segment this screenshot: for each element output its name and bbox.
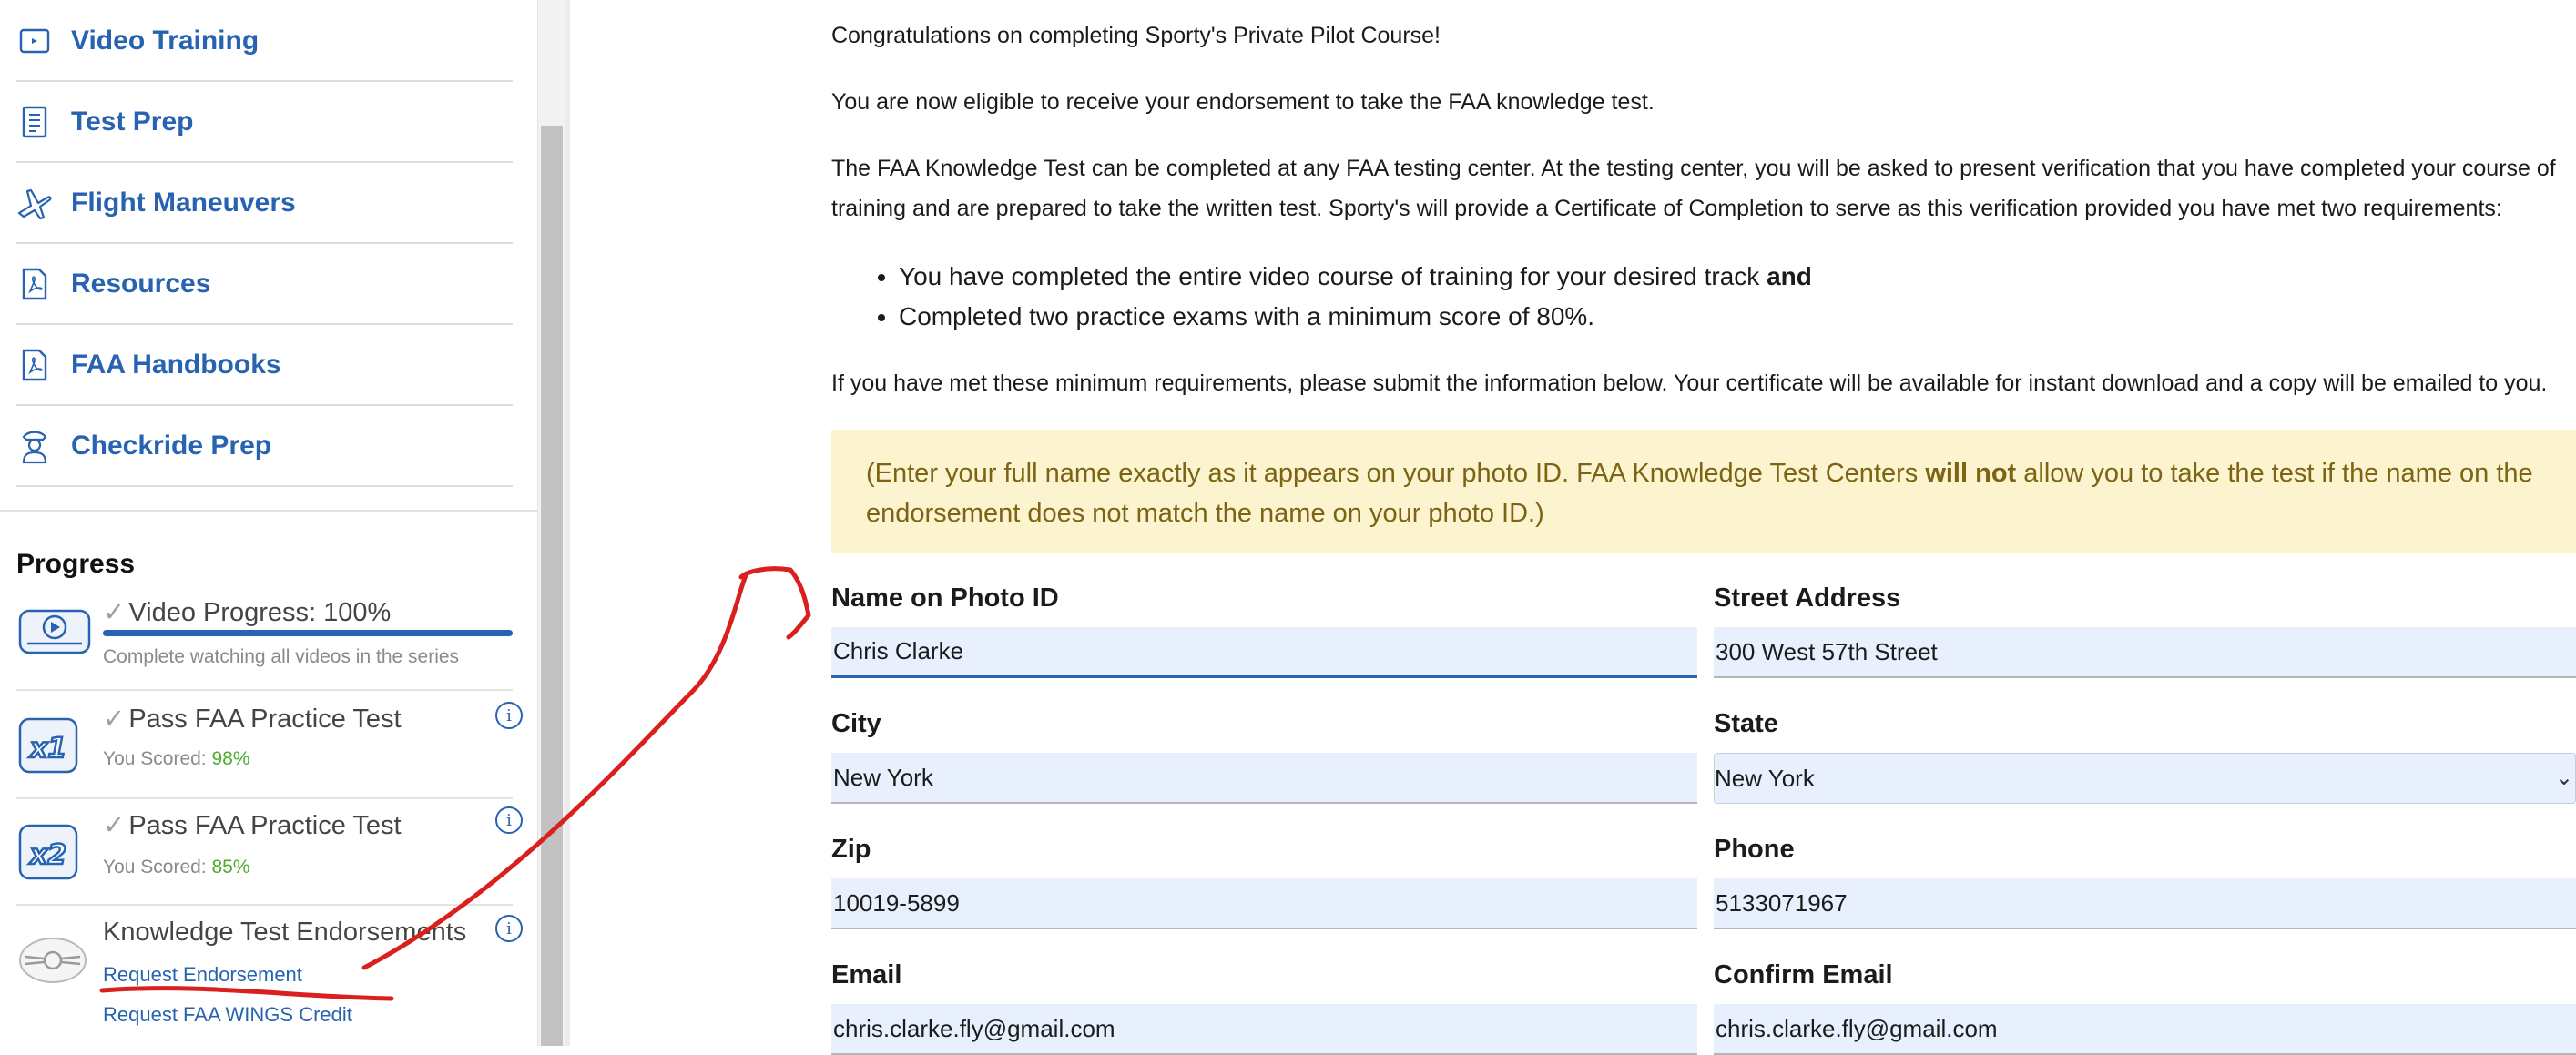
- pdf-icon: [16, 347, 53, 383]
- eligible-text: You are now eligible to receive your end…: [831, 89, 1655, 115]
- sidebar-item-resources[interactable]: Resources: [16, 245, 513, 325]
- city-label: City: [831, 709, 881, 738]
- sidebar-item-flight-maneuvers[interactable]: Flight Maneuvers: [16, 164, 513, 244]
- sidebar-item-test-prep[interactable]: Test Prep: [16, 83, 513, 163]
- practice-test-x1-badge-icon: x1: [16, 715, 93, 779]
- state-label: State: [1714, 709, 1778, 738]
- confirm-email-input[interactable]: [1714, 1004, 2576, 1055]
- name-warning-notice: (Enter your full name exactly as it appe…: [831, 430, 2576, 553]
- check-icon: ✓: [103, 598, 126, 627]
- wings-badge-icon: [16, 935, 93, 999]
- progress-title: Progress: [16, 549, 136, 579]
- sidebar-item-label: FAA Handbooks: [71, 350, 281, 380]
- sidebar-item-video-training[interactable]: Video Training: [16, 2, 513, 82]
- sidebar-item-label: Flight Maneuvers: [71, 188, 296, 218]
- phone-input[interactable]: [1714, 878, 2576, 929]
- sidebar-item-faa-handbooks[interactable]: FAA Handbooks: [16, 326, 513, 406]
- sidebar-item-label: Test Prep: [71, 107, 194, 137]
- pdf-icon: [16, 266, 53, 302]
- sidebar-item-label: Checkride Prep: [71, 431, 272, 461]
- confirm-email-label: Confirm Email: [1714, 960, 1893, 989]
- main-content: Congratulations on completing Sporty's P…: [831, 0, 2576, 1055]
- check-icon: ✓: [103, 811, 126, 840]
- practice-test-score: You Scored: 98%: [103, 748, 250, 769]
- svg-text:x1: x1: [28, 733, 66, 765]
- request-faa-wings-credit-link[interactable]: Request FAA WINGS Credit: [103, 1003, 352, 1027]
- progress-divider: [0, 510, 537, 512]
- video-progress-track: [103, 630, 513, 636]
- email-label: Email: [831, 960, 902, 989]
- sidebar-item-checkride-prep[interactable]: Checkride Prep: [16, 407, 513, 487]
- divider: [16, 904, 513, 906]
- zip-input[interactable]: [831, 878, 1697, 929]
- state-select[interactable]: New York ⌄: [1714, 753, 2576, 804]
- knowledge-test-text-line-2: training and are prepared to take the wr…: [831, 196, 2502, 221]
- zip-label: Zip: [831, 835, 871, 864]
- video-progress-badge-icon: [16, 605, 93, 669]
- state-selected-value: New York: [1715, 764, 1815, 792]
- practice-test-x2-badge-icon: x2: [16, 822, 93, 886]
- congrats-text: Congratulations on completing Sporty's P…: [831, 23, 1441, 48]
- requirements-list: You have completed the entire video cour…: [859, 257, 1812, 337]
- street-address-input[interactable]: [1714, 627, 2576, 678]
- list-item: You have completed the entire video cour…: [899, 257, 1812, 297]
- practice-test-score: You Scored: 85%: [103, 857, 250, 877]
- video-progress-subtitle: Complete watching all videos in the seri…: [103, 646, 460, 667]
- document-list-icon: [16, 104, 53, 140]
- practice-test-title: ✓ Pass FAA Practice Test: [103, 811, 402, 840]
- sidebar-scrollbar[interactable]: [538, 0, 565, 1046]
- video-progress-fill: [103, 630, 513, 636]
- progress-video: ✓ Video Progress: 100% Complete watching …: [16, 596, 517, 678]
- endorsements-title: Knowledge Test Endorsements: [103, 918, 467, 947]
- request-endorsement-link[interactable]: Request Endorsement: [103, 963, 302, 987]
- svg-text:x2: x2: [28, 839, 66, 871]
- annotation-arrow-head: [738, 566, 811, 640]
- sidebar: Video Training Test Prep Flight Maneuver…: [0, 0, 538, 1046]
- submit-instructions-text: If you have met these minimum requiremen…: [831, 370, 2548, 396]
- practice-test-title: ✓ Pass FAA Practice Test: [103, 705, 402, 734]
- sidebar-item-label: Video Training: [71, 25, 260, 56]
- video-progress-title: ✓ Video Progress: 100%: [103, 598, 392, 627]
- name-label: Name on Photo ID: [831, 583, 1059, 613]
- gutter: [565, 0, 570, 1046]
- list-item: Completed two practice exams with a mini…: [899, 297, 1812, 337]
- chevron-down-icon: ⌄: [2554, 766, 2573, 790]
- info-icon[interactable]: i: [495, 915, 523, 942]
- scrollbar-thumb[interactable]: [541, 126, 563, 1046]
- divider: [16, 797, 513, 799]
- info-icon[interactable]: i: [495, 702, 523, 729]
- street-label: Street Address: [1714, 583, 1901, 613]
- airplane-icon: [16, 185, 53, 221]
- check-icon: ✓: [103, 705, 126, 734]
- phone-label: Phone: [1714, 835, 1795, 864]
- name-on-photo-id-input[interactable]: [831, 627, 1697, 678]
- video-icon: [16, 23, 53, 59]
- sidebar-item-label: Resources: [71, 269, 211, 299]
- email-input[interactable]: [831, 1004, 1697, 1055]
- knowledge-test-text-line-1: The FAA Knowledge Test can be completed …: [831, 156, 2556, 181]
- progress-practice-test-1: x1 ✓ Pass FAA Practice Test You Scored: 9…: [16, 702, 523, 794]
- progress-practice-test-2: x2 ✓ Pass FAA Practice Test You Scored: 8…: [16, 806, 523, 900]
- city-input[interactable]: [831, 753, 1697, 804]
- divider: [16, 689, 513, 691]
- pilot-icon: [16, 428, 53, 464]
- info-icon[interactable]: i: [495, 806, 523, 834]
